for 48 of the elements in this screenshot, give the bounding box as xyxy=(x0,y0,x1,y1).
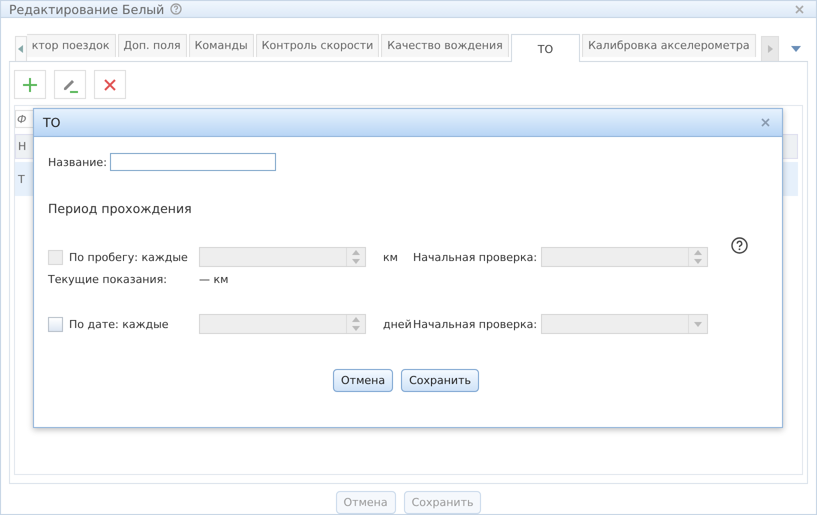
number-field[interactable] xyxy=(541,247,708,267)
close-icon[interactable] xyxy=(761,118,770,127)
field-label: Начальная проверка: xyxy=(413,250,538,264)
delete-icon xyxy=(103,78,117,92)
column-title: Н xyxy=(18,140,26,153)
spin-down-icon[interactable] xyxy=(352,259,360,264)
name-label: Название: xyxy=(48,156,107,168)
tab[interactable]: Команды xyxy=(188,34,254,57)
number-field[interactable] xyxy=(199,247,366,267)
checkbox-label: По дате: каждые xyxy=(69,318,170,330)
close-icon[interactable] xyxy=(795,4,804,14)
unit-label: дней xyxy=(382,318,413,330)
dialog-title: ТО xyxy=(43,115,60,130)
number-field[interactable] xyxy=(199,314,366,334)
spin-down-icon[interactable] xyxy=(694,259,702,264)
delete-button[interactable] xyxy=(94,70,126,99)
tab[interactable]: Контроль скорости xyxy=(256,34,380,57)
name-field[interactable] xyxy=(110,153,276,171)
spin-down-icon[interactable] xyxy=(352,326,360,331)
tab[interactable]: Качество вождения xyxy=(381,34,509,57)
tab[interactable]: ктор поездок xyxy=(26,34,116,57)
window-title: Редактирование Белый xyxy=(9,2,164,16)
table-cell: Т xyxy=(18,172,25,186)
tab[interactable]: Доп. поля xyxy=(118,34,187,57)
dropdown-arrow-icon[interactable] xyxy=(694,322,702,326)
tab[interactable]: ТО xyxy=(510,34,580,62)
unit-label: км xyxy=(382,250,399,264)
reading-value: — км xyxy=(199,272,230,286)
dialog-button[interactable]: Сохранить xyxy=(401,369,479,392)
caret-left-icon xyxy=(18,45,24,53)
scroll-left-button[interactable] xyxy=(15,36,27,61)
dropdown-field[interactable] xyxy=(541,314,708,334)
tab[interactable]: Калибровка акселерометра xyxy=(582,34,756,57)
reading-label: Текущие показания: xyxy=(48,272,168,286)
spin-up-icon[interactable] xyxy=(352,250,360,255)
plus-icon xyxy=(22,76,38,92)
edit-button[interactable] xyxy=(54,70,86,99)
add-button[interactable] xyxy=(14,70,46,99)
checkbox[interactable] xyxy=(48,316,63,332)
spin-up-icon[interactable] xyxy=(694,250,702,255)
spin-up-icon[interactable] xyxy=(352,317,360,322)
section-heading: Период прохождения xyxy=(48,201,193,216)
checkbox-label: По пробегу: каждые xyxy=(69,250,189,264)
caret-right-icon xyxy=(766,45,773,53)
field-label: Начальная проверка: xyxy=(413,318,538,330)
dialog-button[interactable]: Отмена xyxy=(333,369,394,392)
scroll-right-button[interactable] xyxy=(761,36,779,61)
caret-down-icon xyxy=(791,46,802,52)
